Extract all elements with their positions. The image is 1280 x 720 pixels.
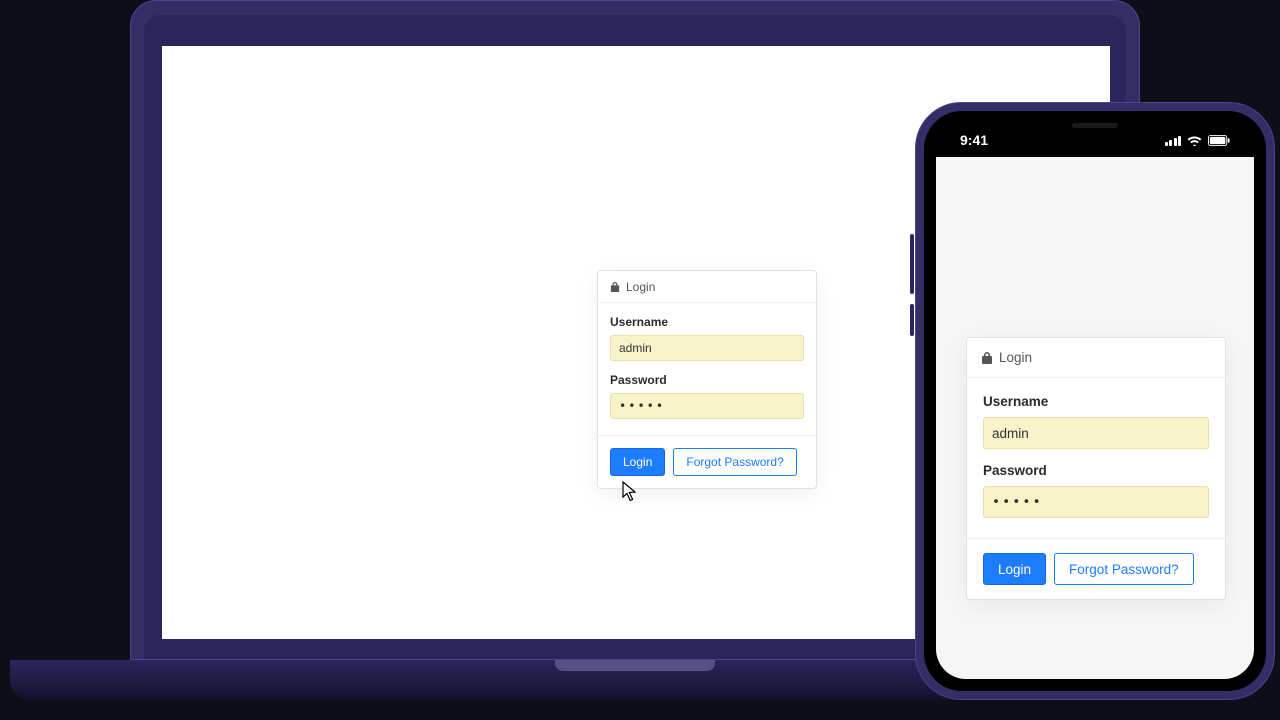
forgot-password-button[interactable]: Forgot Password? — [1054, 553, 1194, 585]
login-form: Username Password — [598, 303, 816, 435]
username-input[interactable] — [610, 335, 804, 361]
username-input[interactable] — [983, 417, 1209, 449]
username-label: Username — [610, 315, 804, 329]
login-footer: Login Forgot Password? — [598, 436, 816, 488]
phone-body: 9:41 Login — [915, 102, 1275, 700]
login-title: Login — [626, 280, 655, 294]
login-title: Login — [999, 350, 1032, 365]
status-time: 9:41 — [960, 132, 988, 148]
username-label: Username — [983, 394, 1209, 409]
login-card-header: Login — [967, 338, 1225, 377]
login-card-desktop: Login Username Password Login Forgot Pas… — [597, 270, 817, 489]
phone-device: 9:41 Login — [915, 102, 1275, 700]
login-button[interactable]: Login — [983, 553, 1046, 585]
password-input[interactable] — [610, 393, 804, 419]
phone-speaker — [1072, 123, 1118, 128]
lock-icon — [610, 281, 620, 293]
signal-icon — [1165, 135, 1182, 146]
login-button[interactable]: Login — [610, 448, 665, 476]
login-card-mobile: Login Username Password Login Forgot Pas… — [966, 337, 1226, 600]
wifi-icon — [1187, 135, 1202, 146]
password-label: Password — [983, 463, 1209, 478]
forgot-password-button[interactable]: Forgot Password? — [673, 448, 796, 476]
login-footer: Login Forgot Password? — [967, 539, 1225, 599]
password-input[interactable] — [983, 486, 1209, 518]
phone-notch — [1015, 111, 1175, 139]
login-card-header: Login — [598, 271, 816, 302]
phone-side-button — [910, 234, 914, 294]
login-form: Username Password — [967, 378, 1225, 538]
phone-screen: Login Username Password Login Forgot Pas… — [936, 157, 1254, 679]
battery-icon — [1208, 135, 1230, 146]
phone-side-button — [910, 304, 914, 336]
lock-icon — [981, 351, 993, 365]
password-label: Password — [610, 373, 804, 387]
